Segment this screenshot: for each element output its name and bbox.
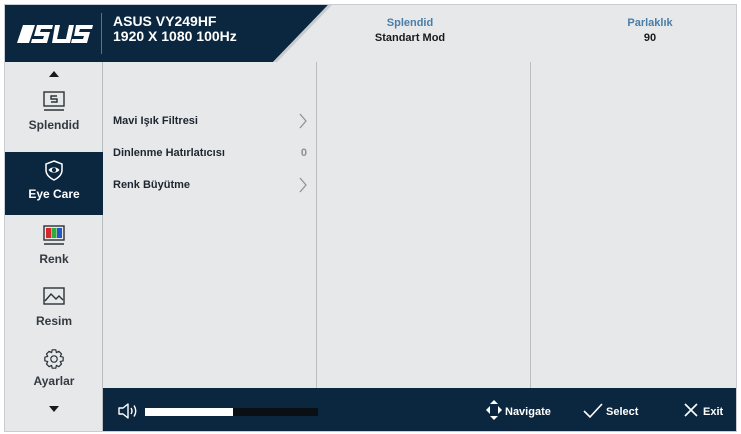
footer-bar: Navigate Select Exit: [103, 388, 736, 431]
brightness-status: Parlaklık 90: [585, 16, 715, 46]
chevron-right-icon: [299, 113, 307, 129]
chevron-right-icon: [299, 177, 307, 193]
submenu-item-color-augmentation[interactable]: Renk Büyütme: [113, 176, 309, 196]
scroll-down-arrow[interactable]: [5, 405, 103, 419]
scroll-up-arrow[interactable]: [5, 70, 103, 84]
select-label: Select: [606, 406, 639, 418]
color-bars-icon: [43, 225, 65, 245]
osd-menu: ASUS VY249HF 1920 X 1080 100Hz Splendid …: [4, 4, 737, 432]
splendid-status-label: Splendid: [386, 17, 434, 29]
brightness-status-value: 90: [643, 32, 657, 44]
submenu-item-value: 0: [300, 147, 307, 159]
option-column: [317, 62, 531, 388]
nav-item-label: Resim: [35, 314, 73, 328]
splendid-status: Splendid Standart Mod: [335, 16, 485, 46]
main-menu-nav: Splendid Eye Care Renk Resim Ayarlar: [5, 62, 103, 431]
splendid-status-value: Standart Mod: [374, 32, 446, 44]
triangle-down-icon: [49, 406, 59, 412]
asus-logo: [17, 25, 93, 43]
nav-item-label: Eye Care: [28, 187, 80, 201]
volume-slider[interactable]: [145, 408, 318, 416]
monitor-s-icon: [43, 91, 65, 111]
navigate-label: Navigate: [505, 406, 551, 418]
model-name: ASUS VY249HF: [113, 13, 217, 29]
navigate-hint: Navigate: [485, 399, 565, 423]
nav-item-renk[interactable]: Renk: [5, 224, 103, 284]
submenu-item-label: Mavi Işık Filtresi: [113, 115, 198, 127]
nav-item-eye-care[interactable]: Eye Care: [5, 152, 103, 215]
logo-divider: [101, 13, 102, 54]
submenu-item-rest-reminder[interactable]: Dinlenme Hatırlatıcısı 0: [113, 144, 309, 164]
speaker-icon: [118, 403, 137, 419]
nav-item-resim[interactable]: Resim: [5, 286, 103, 346]
nav-item-ayarlar[interactable]: Ayarlar: [5, 348, 103, 408]
eye-icon: [45, 160, 63, 181]
value-column: [531, 62, 736, 388]
model-info: ASUS VY249HF 1920 X 1080 100Hz: [113, 14, 237, 44]
exit-hint: Exit: [682, 399, 732, 423]
checkmark-icon: [583, 403, 603, 419]
submenu-item-label: Renk Büyütme: [113, 179, 191, 191]
brightness-status-label: Parlaklık: [627, 17, 673, 29]
nav-item-splendid[interactable]: Splendid: [5, 90, 103, 150]
submenu-item-blue-light-filter[interactable]: Mavi Işık Filtresi: [113, 112, 309, 132]
nav-item-label: Renk: [39, 252, 69, 266]
select-hint: Select: [582, 399, 648, 423]
nav-item-label: Ayarlar: [33, 374, 75, 388]
header-bar: ASUS VY249HF 1920 X 1080 100Hz Splendid …: [5, 5, 736, 62]
model-resolution: 1920 X 1080 100Hz: [113, 28, 237, 44]
gear-icon: [44, 349, 64, 369]
submenu-column: Mavi Işık Filtresi Dinlenme Hatırlatıcıs…: [103, 62, 317, 388]
triangle-up-icon: [49, 71, 59, 77]
exit-label: Exit: [703, 406, 724, 418]
submenu-item-label: Dinlenme Hatırlatıcısı: [113, 147, 225, 159]
nav-item-label: Splendid: [28, 118, 80, 132]
navigate-arrows-icon: [486, 400, 502, 420]
picture-icon: [43, 287, 65, 305]
close-icon: [684, 403, 698, 417]
volume-fill: [145, 408, 234, 416]
